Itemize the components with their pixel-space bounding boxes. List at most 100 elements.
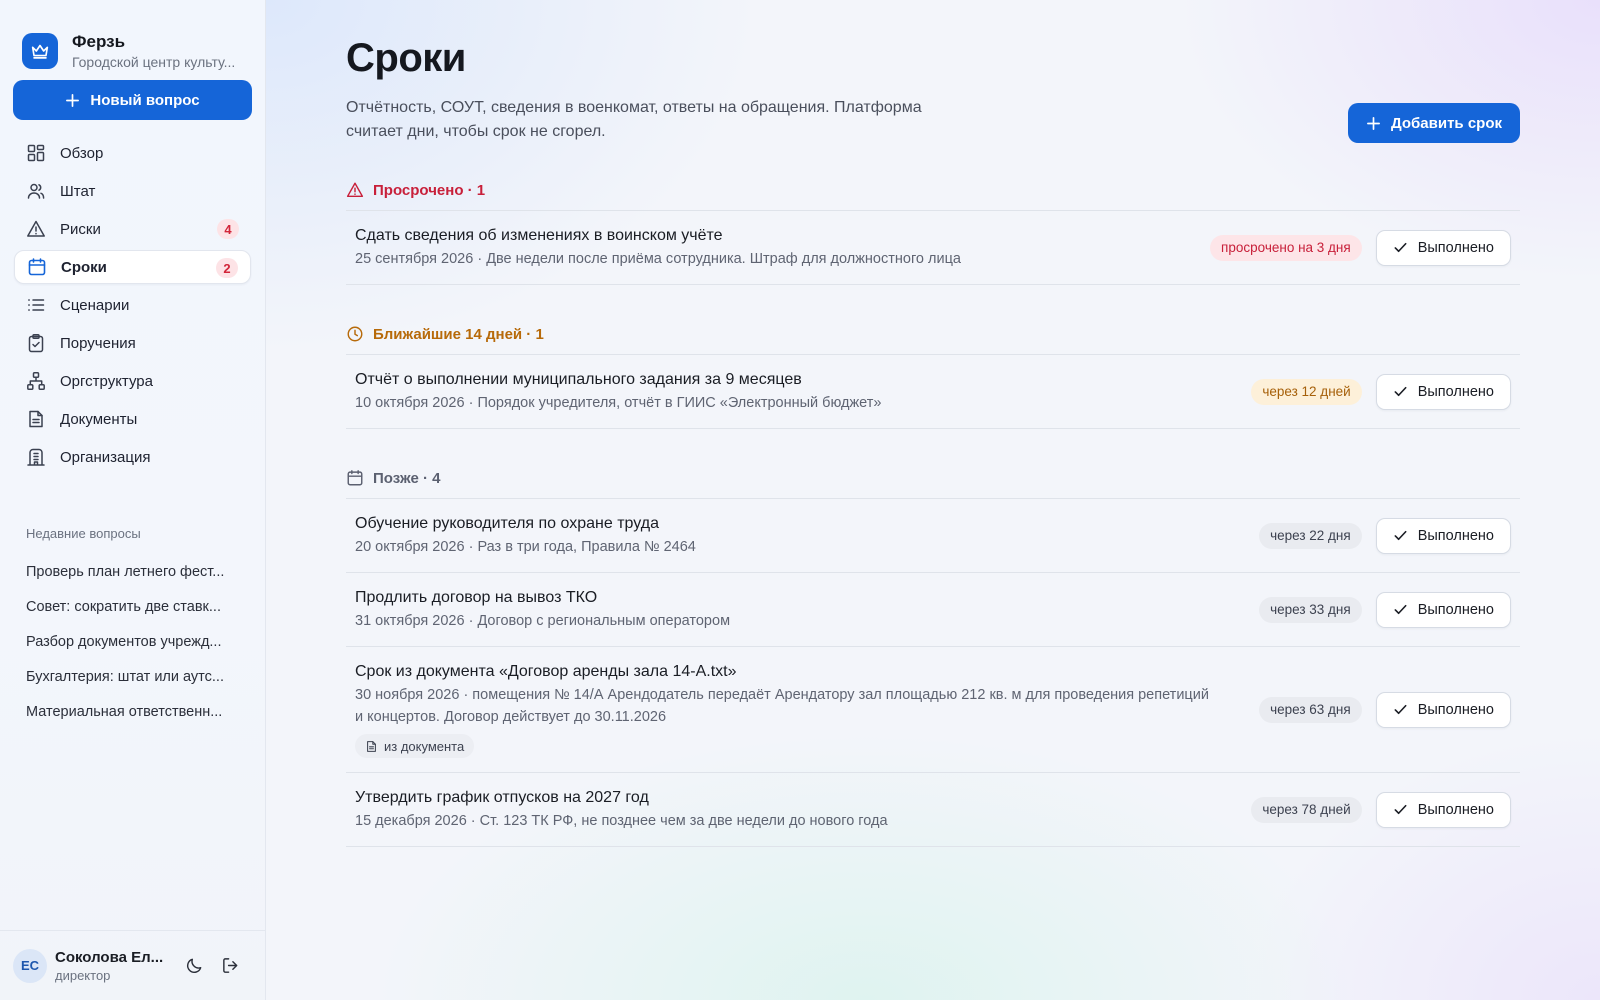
mark-done-label: Выполнено xyxy=(1417,383,1494,400)
deadline-title: Утвердить график отпусков на 2027 год xyxy=(355,789,649,806)
crown-logo-icon xyxy=(22,33,58,69)
clipboard-check-icon xyxy=(26,333,46,353)
source-document-label: из документа xyxy=(384,738,465,754)
sidebar-item-label: Поручения xyxy=(60,334,136,352)
list-icon xyxy=(26,295,46,315)
theme-toggle-button[interactable] xyxy=(179,951,209,981)
deadline-row: Сдать сведения об изменениях в воинском … xyxy=(346,211,1520,285)
upcoming-header: Ближайшие 14 дней · 1 xyxy=(346,322,1520,346)
user-name: Соколова Ел... xyxy=(55,948,164,966)
document-icon xyxy=(367,740,376,752)
deadline-row: Отчёт о выполнении муниципального задани… xyxy=(346,355,1520,429)
overdue-title: Просрочено · 1 xyxy=(373,181,486,199)
new-question-label: Новый вопрос xyxy=(90,91,200,109)
status-badge: через 22 дня xyxy=(1259,522,1362,549)
sidebar-item-risks[interactable]: Риски 4 xyxy=(14,212,251,246)
deadline-details: 31 октября 2026 · Договор с региональным… xyxy=(355,613,731,629)
mark-done-button[interactable]: Выполнено xyxy=(1375,791,1511,828)
later-title: Позже · 4 xyxy=(373,469,441,487)
sidebar-item-staff[interactable]: Штат xyxy=(14,174,251,208)
deadline-title: Обучение руководителя по охране труда xyxy=(355,515,659,532)
sidebar-item-label: Штат xyxy=(60,182,96,200)
mark-done-label: Выполнено xyxy=(1417,239,1494,256)
deadline-title: Продлить договор на вывоз ТКО xyxy=(355,589,598,606)
sidebar-item-documents[interactable]: Документы xyxy=(14,402,251,436)
sidebar-item-organization[interactable]: Организация xyxy=(14,440,251,474)
sidebar-item-scenarios[interactable]: Сценарии xyxy=(14,288,251,322)
brand-subtitle: Городской центр культу... xyxy=(72,53,236,70)
sidebar-nav: Обзор Штат Риски 4 Сроки 2 Сценарии Пору… xyxy=(0,136,265,478)
mark-done-button[interactable]: Выполнено xyxy=(1375,691,1511,728)
logout-button[interactable] xyxy=(215,951,245,981)
brand[interactable]: Ферзь Городской центр культу... xyxy=(0,0,265,80)
deadline-details: 25 сентября 2026 · Две недели после приё… xyxy=(355,251,961,267)
sidebar-item-label: Сценарии xyxy=(60,296,130,314)
users-icon xyxy=(26,181,46,201)
sidebar-item-label: Обзор xyxy=(60,144,104,162)
sidebar-item-overview[interactable]: Обзор xyxy=(14,136,251,170)
deadline-details: 10 октября 2026 · Порядок учредителя, от… xyxy=(355,395,882,411)
new-question-button[interactable]: Новый вопрос xyxy=(13,80,252,120)
recent-question-item[interactable]: Бухгалтерия: штат или аутс... xyxy=(0,660,265,695)
mark-done-button[interactable]: Выполнено xyxy=(1375,517,1511,554)
later-header: Позже · 4 xyxy=(346,466,1520,490)
status-badge: через 78 дней xyxy=(1251,796,1362,823)
deadline-title: Отчёт о выполнении муниципального задани… xyxy=(355,371,802,388)
mark-done-button[interactable]: Выполнено xyxy=(1375,229,1511,266)
upcoming-section: Ближайшие 14 дней · 1 Отчёт о выполнении… xyxy=(346,322,1520,429)
deadline-row: Утвердить график отпусков на 2027 год 15… xyxy=(346,773,1520,847)
grid-icon xyxy=(26,143,46,163)
add-deadline-label: Добавить срок xyxy=(1391,114,1502,132)
source-document-tag[interactable]: из документа xyxy=(355,734,475,758)
mark-done-label: Выполнено xyxy=(1417,601,1494,618)
page-title: Сроки xyxy=(346,36,466,80)
sidebar: Ферзь Городской центр культу... Новый во… xyxy=(0,0,266,1000)
check-icon xyxy=(1394,804,1407,815)
check-icon xyxy=(1394,704,1407,715)
check-icon xyxy=(1394,386,1407,397)
deadline-details: 20 октября 2026 · Раз в три года, Правил… xyxy=(355,539,696,555)
user-role: директор xyxy=(55,967,111,983)
sidebar-item-assignments[interactable]: Поручения xyxy=(14,326,251,360)
check-icon xyxy=(1394,604,1407,615)
mark-done-label: Выполнено xyxy=(1417,527,1494,544)
logout-icon xyxy=(222,958,237,973)
recent-question-item[interactable]: Проверь план летнего фест... xyxy=(0,555,265,590)
sidebar-item-org-structure[interactable]: Оргструктура xyxy=(14,364,251,398)
recent-question-item[interactable]: Совет: сократить две ставк... xyxy=(0,590,265,625)
calendar-icon xyxy=(347,470,363,486)
brand-name: Ферзь xyxy=(72,31,126,51)
deadline-title: Сдать сведения об изменениях в воинском … xyxy=(355,227,723,244)
clock-icon xyxy=(347,326,363,342)
sidebar-item-label: Организация xyxy=(60,448,151,466)
mark-done-button[interactable]: Выполнено xyxy=(1375,373,1511,410)
sidebar-item-label: Документы xyxy=(60,410,138,428)
upcoming-title: Ближайшие 14 дней · 1 xyxy=(373,325,544,343)
deadline-title: Срок из документа «Договор аренды зала 1… xyxy=(355,663,737,680)
deadline-row: Срок из документа «Договор аренды зала 1… xyxy=(346,647,1520,773)
plus-icon xyxy=(66,93,80,107)
avatar[interactable]: ЕС xyxy=(13,948,47,983)
deadlines-page: Сроки Отчётность, СОУТ, сведения в военк… xyxy=(346,30,1520,847)
building-icon xyxy=(26,447,46,467)
status-badge: через 12 дней xyxy=(1251,378,1362,405)
calendar-icon xyxy=(27,257,47,277)
org-chart-icon xyxy=(26,371,46,391)
recent-question-item[interactable]: Разбор документов учрежд... xyxy=(0,625,265,660)
overdue-header: Просрочено · 1 xyxy=(346,178,1520,202)
add-deadline-button[interactable]: Добавить срок xyxy=(1348,103,1520,143)
deadline-details: 15 декабря 2026 · Ст. 123 ТК РФ, не позд… xyxy=(355,813,888,829)
overdue-section: Просрочено · 1 Сдать сведения об изменен… xyxy=(346,178,1520,285)
plus-icon xyxy=(1367,116,1380,130)
mark-done-button[interactable]: Выполнено xyxy=(1375,591,1511,628)
moon-icon xyxy=(186,958,201,974)
status-badge: через 63 дня xyxy=(1259,696,1362,723)
document-icon xyxy=(26,409,46,429)
sidebar-item-label: Сроки xyxy=(61,258,107,276)
deadline-row: Обучение руководителя по охране труда 20… xyxy=(346,499,1520,573)
recent-questions-list: Проверь план летнего фест... Совет: сокр… xyxy=(0,555,265,730)
risks-count-badge: 4 xyxy=(217,219,239,239)
sidebar-item-deadlines[interactable]: Сроки 2 xyxy=(14,250,251,284)
later-section: Позже · 4 Обучение руководителя по охран… xyxy=(346,466,1520,847)
recent-question-item[interactable]: Материальная ответственн... xyxy=(0,695,265,730)
